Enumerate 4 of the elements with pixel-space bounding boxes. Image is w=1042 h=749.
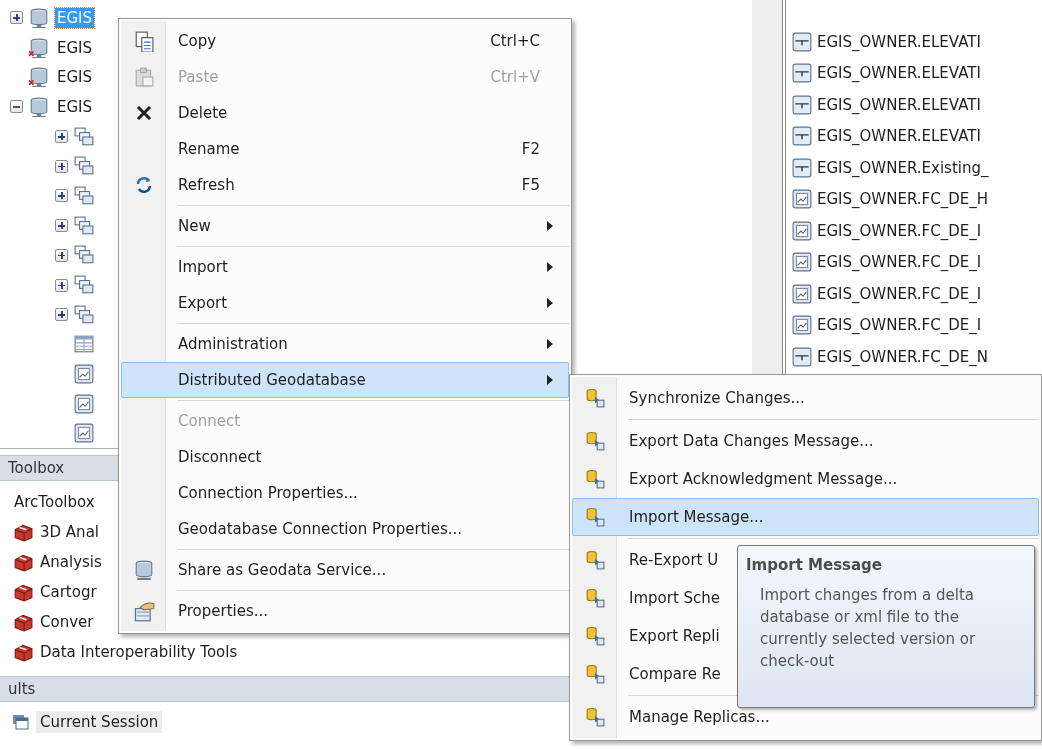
- tooltip-text: Import changes from a delta database or xml file to the currently selected version or check-out: [760, 585, 977, 672]
- panel-title: Toolbox: [8, 459, 65, 477]
- panel-title: ults: [8, 680, 36, 698]
- tooltip-title: Import Message: [746, 556, 884, 574]
